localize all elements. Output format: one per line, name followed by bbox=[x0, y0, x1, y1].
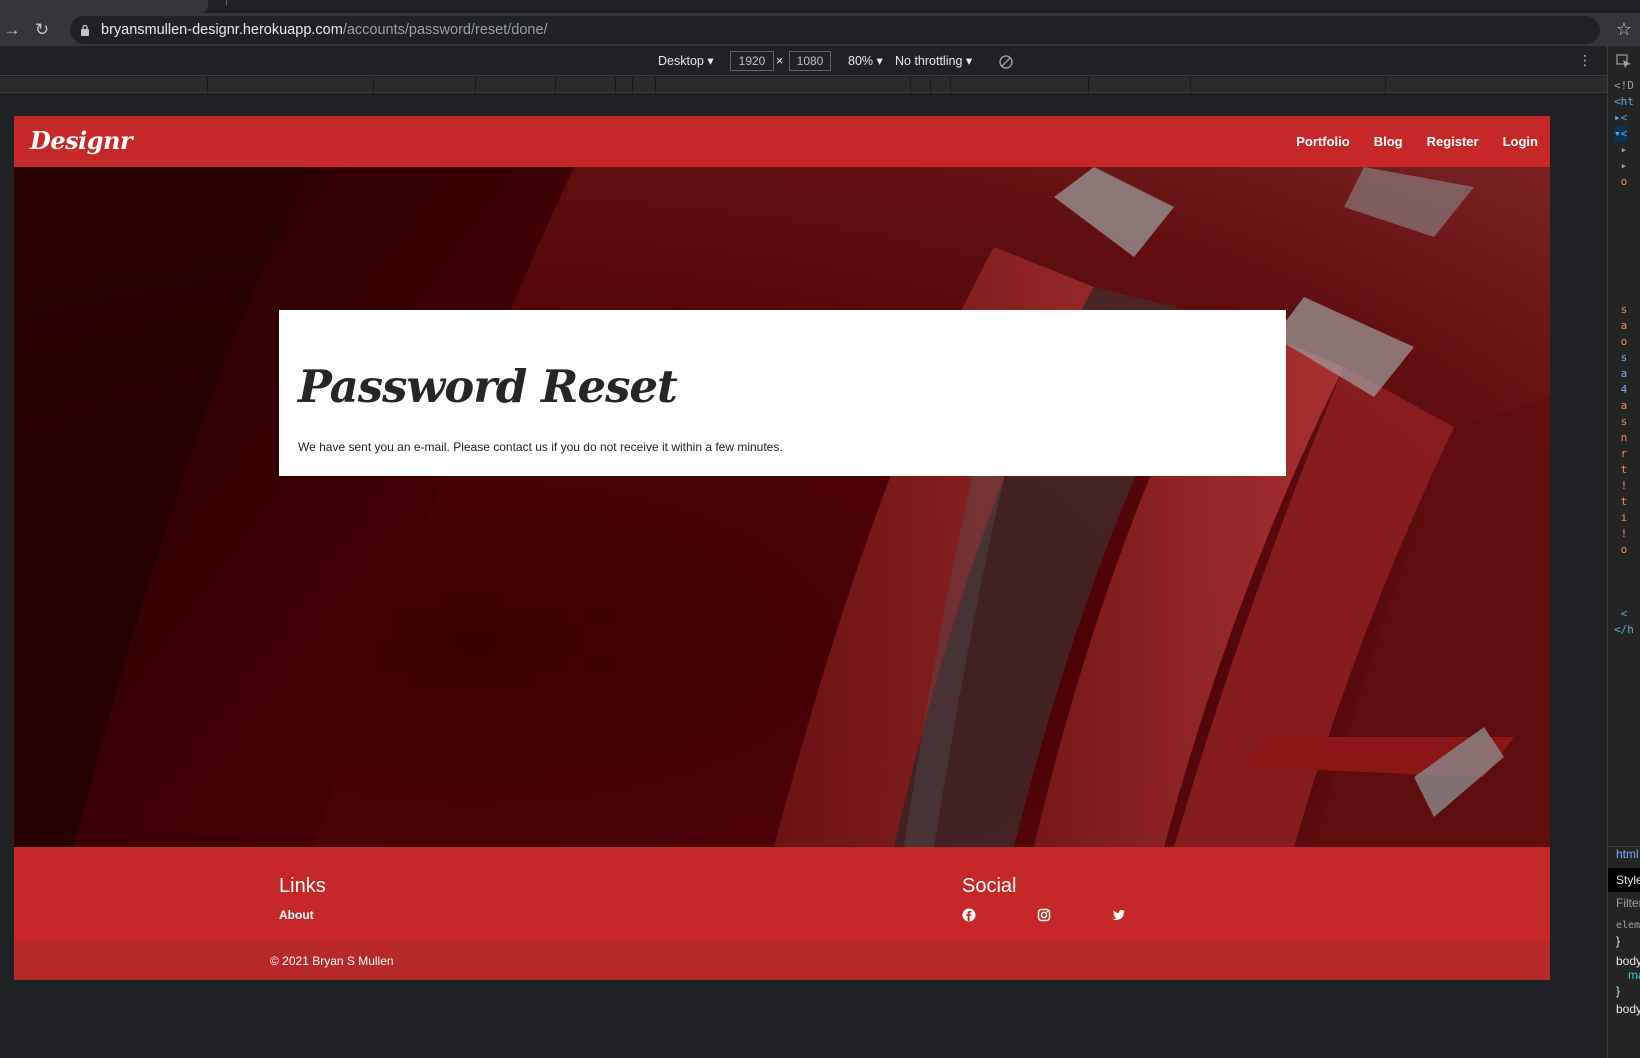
ruler-segment bbox=[373, 77, 374, 93]
dropdown-caret-icon: ▾ bbox=[965, 54, 973, 68]
url-path: /accounts/password/reset/done/ bbox=[342, 22, 548, 38]
device-viewport: Designr Portfolio Blog Register Login Pa… bbox=[14, 116, 1550, 980]
style-rule-close: } bbox=[1616, 984, 1621, 998]
url-text: bryansmullen-designr.herokuapp.com/accou… bbox=[101, 22, 548, 38]
twitter-icon[interactable] bbox=[1112, 908, 1126, 922]
viewport-height-input[interactable]: 1080 bbox=[789, 51, 831, 71]
dom-line: ▸ bbox=[1614, 143, 1628, 156]
dom-line: o bbox=[1614, 543, 1628, 556]
facebook-icon[interactable] bbox=[962, 908, 976, 922]
ruler-segment bbox=[1190, 77, 1191, 93]
ruler-segment bbox=[1385, 77, 1386, 93]
dom-line: s bbox=[1614, 415, 1628, 428]
dom-line: < bbox=[1614, 607, 1628, 620]
tab-separator bbox=[226, 0, 227, 5]
ruler-segment bbox=[615, 77, 616, 93]
hero-background: Password Reset We have sent you an e-mai… bbox=[14, 167, 1550, 847]
more-options-icon[interactable]: ⋮ bbox=[1577, 50, 1593, 70]
reload-icon[interactable]: ↻ bbox=[32, 20, 52, 40]
ruler-segment bbox=[1088, 77, 1089, 93]
copyright-text: © 2021 Bryan S Mullen bbox=[270, 954, 394, 968]
ruler-segment bbox=[950, 77, 951, 93]
dom-line: a bbox=[1614, 399, 1628, 412]
instagram-icon[interactable] bbox=[1037, 908, 1051, 922]
tab-strip bbox=[0, 0, 1640, 13]
style-prop: ma bbox=[1628, 968, 1640, 982]
site-logo[interactable]: Designr bbox=[30, 126, 133, 155]
lock-icon bbox=[81, 24, 89, 36]
dropdown-caret-icon: ▾ bbox=[876, 54, 883, 68]
ruler-segment bbox=[655, 77, 656, 93]
dom-line: <!D bbox=[1614, 79, 1634, 92]
styles-filter-input[interactable]: Filter bbox=[1608, 896, 1640, 910]
dom-line: ▸< bbox=[1614, 111, 1628, 124]
rotate-icon[interactable] bbox=[998, 54, 1014, 70]
site-navbar: Designr Portfolio Blog Register Login bbox=[14, 116, 1550, 167]
devtools-panel: <!D <ht ▸< ▾< ▸ ▸ o s a o s a 4 a s n r … bbox=[1607, 46, 1640, 1058]
media-query-ruler[interactable] bbox=[0, 77, 1607, 93]
ruler-segment bbox=[910, 77, 911, 93]
address-bar[interactable]: bryansmullen-designr.herokuapp.com/accou… bbox=[70, 16, 1600, 44]
dropdown-caret-icon: ▾ bbox=[707, 54, 714, 68]
dom-line: o bbox=[1614, 335, 1628, 348]
ruler-segment bbox=[930, 77, 931, 93]
dom-line: ! bbox=[1614, 479, 1628, 492]
dom-line: s bbox=[1614, 303, 1628, 316]
ruler-segment bbox=[555, 77, 556, 93]
nav-links: Portfolio Blog Register Login bbox=[1296, 134, 1538, 149]
nav-link-portfolio[interactable]: Portfolio bbox=[1296, 134, 1349, 149]
dom-line: </h bbox=[1614, 623, 1634, 636]
throttling-select[interactable]: No throttling ▾ bbox=[895, 53, 972, 68]
dom-line: <ht bbox=[1614, 95, 1634, 108]
dom-line: n bbox=[1614, 431, 1628, 444]
style-rule-close: } bbox=[1616, 934, 1621, 948]
dom-line: ▸ bbox=[1614, 159, 1628, 172]
style-rule-element: eleme bbox=[1616, 920, 1640, 931]
footer-social-heading: Social bbox=[962, 875, 1017, 897]
abstract-background-image bbox=[14, 167, 1550, 847]
ruler-segment bbox=[632, 77, 633, 93]
breadcrumb-html[interactable]: html bbox=[1608, 846, 1640, 866]
device-select-label: Desktop bbox=[658, 54, 704, 68]
bookmark-star-icon[interactable]: ☆ bbox=[1614, 19, 1634, 39]
forward-arrow-icon[interactable]: → bbox=[2, 20, 22, 40]
page-title: Password Reset bbox=[298, 360, 678, 413]
throttling-select-label: No throttling bbox=[895, 54, 963, 68]
ruler-segment bbox=[475, 77, 476, 93]
device-toolbar: Desktop ▾ 1920 × 1080 80% ▾ No throttlin… bbox=[0, 46, 1607, 76]
dom-line: ! bbox=[1614, 527, 1628, 540]
style-rule-body: body bbox=[1616, 1002, 1640, 1016]
dom-line: s bbox=[1614, 351, 1628, 364]
inspect-element-icon[interactable] bbox=[1616, 54, 1632, 68]
tab-styles[interactable]: Style bbox=[1608, 868, 1640, 892]
password-reset-card: Password Reset We have sent you an e-mai… bbox=[279, 310, 1286, 476]
dom-line: a bbox=[1614, 367, 1628, 380]
style-rule-body: body bbox=[1616, 954, 1640, 968]
footer-links-heading: Links bbox=[279, 875, 326, 897]
url-host: bryansmullen-designr.herokuapp.com bbox=[101, 22, 343, 38]
footer-link-about[interactable]: About bbox=[279, 908, 314, 922]
dom-line: o bbox=[1614, 175, 1628, 188]
zoom-select-label: 80% bbox=[848, 54, 874, 68]
dom-line-selected: ▾< bbox=[1614, 126, 1628, 142]
reset-message: We have sent you an e-mail. Please conta… bbox=[298, 440, 783, 454]
site-footer: Links About Social bbox=[14, 847, 1550, 941]
nav-link-register[interactable]: Register bbox=[1427, 134, 1479, 149]
dimension-times: × bbox=[776, 54, 784, 68]
dom-line: t bbox=[1614, 463, 1628, 476]
device-select[interactable]: Desktop ▾ bbox=[658, 53, 714, 68]
nav-link-login[interactable]: Login bbox=[1503, 134, 1538, 149]
nav-link-blog[interactable]: Blog bbox=[1374, 134, 1403, 149]
dom-line: r bbox=[1614, 447, 1628, 460]
dom-line: t bbox=[1614, 495, 1628, 508]
active-tab[interactable] bbox=[0, 0, 208, 13]
dom-line: a bbox=[1614, 319, 1628, 332]
ruler-segment bbox=[207, 77, 208, 93]
dom-line: i bbox=[1614, 511, 1628, 524]
copyright-bar: © 2021 Bryan S Mullen bbox=[14, 941, 1550, 980]
browser-toolbar: → ↻ bryansmullen-designr.herokuapp.com/a… bbox=[0, 13, 1640, 46]
zoom-select[interactable]: 80% ▾ bbox=[848, 53, 883, 68]
viewport-width-input[interactable]: 1920 bbox=[730, 51, 774, 71]
dom-line: 4 bbox=[1614, 383, 1628, 396]
